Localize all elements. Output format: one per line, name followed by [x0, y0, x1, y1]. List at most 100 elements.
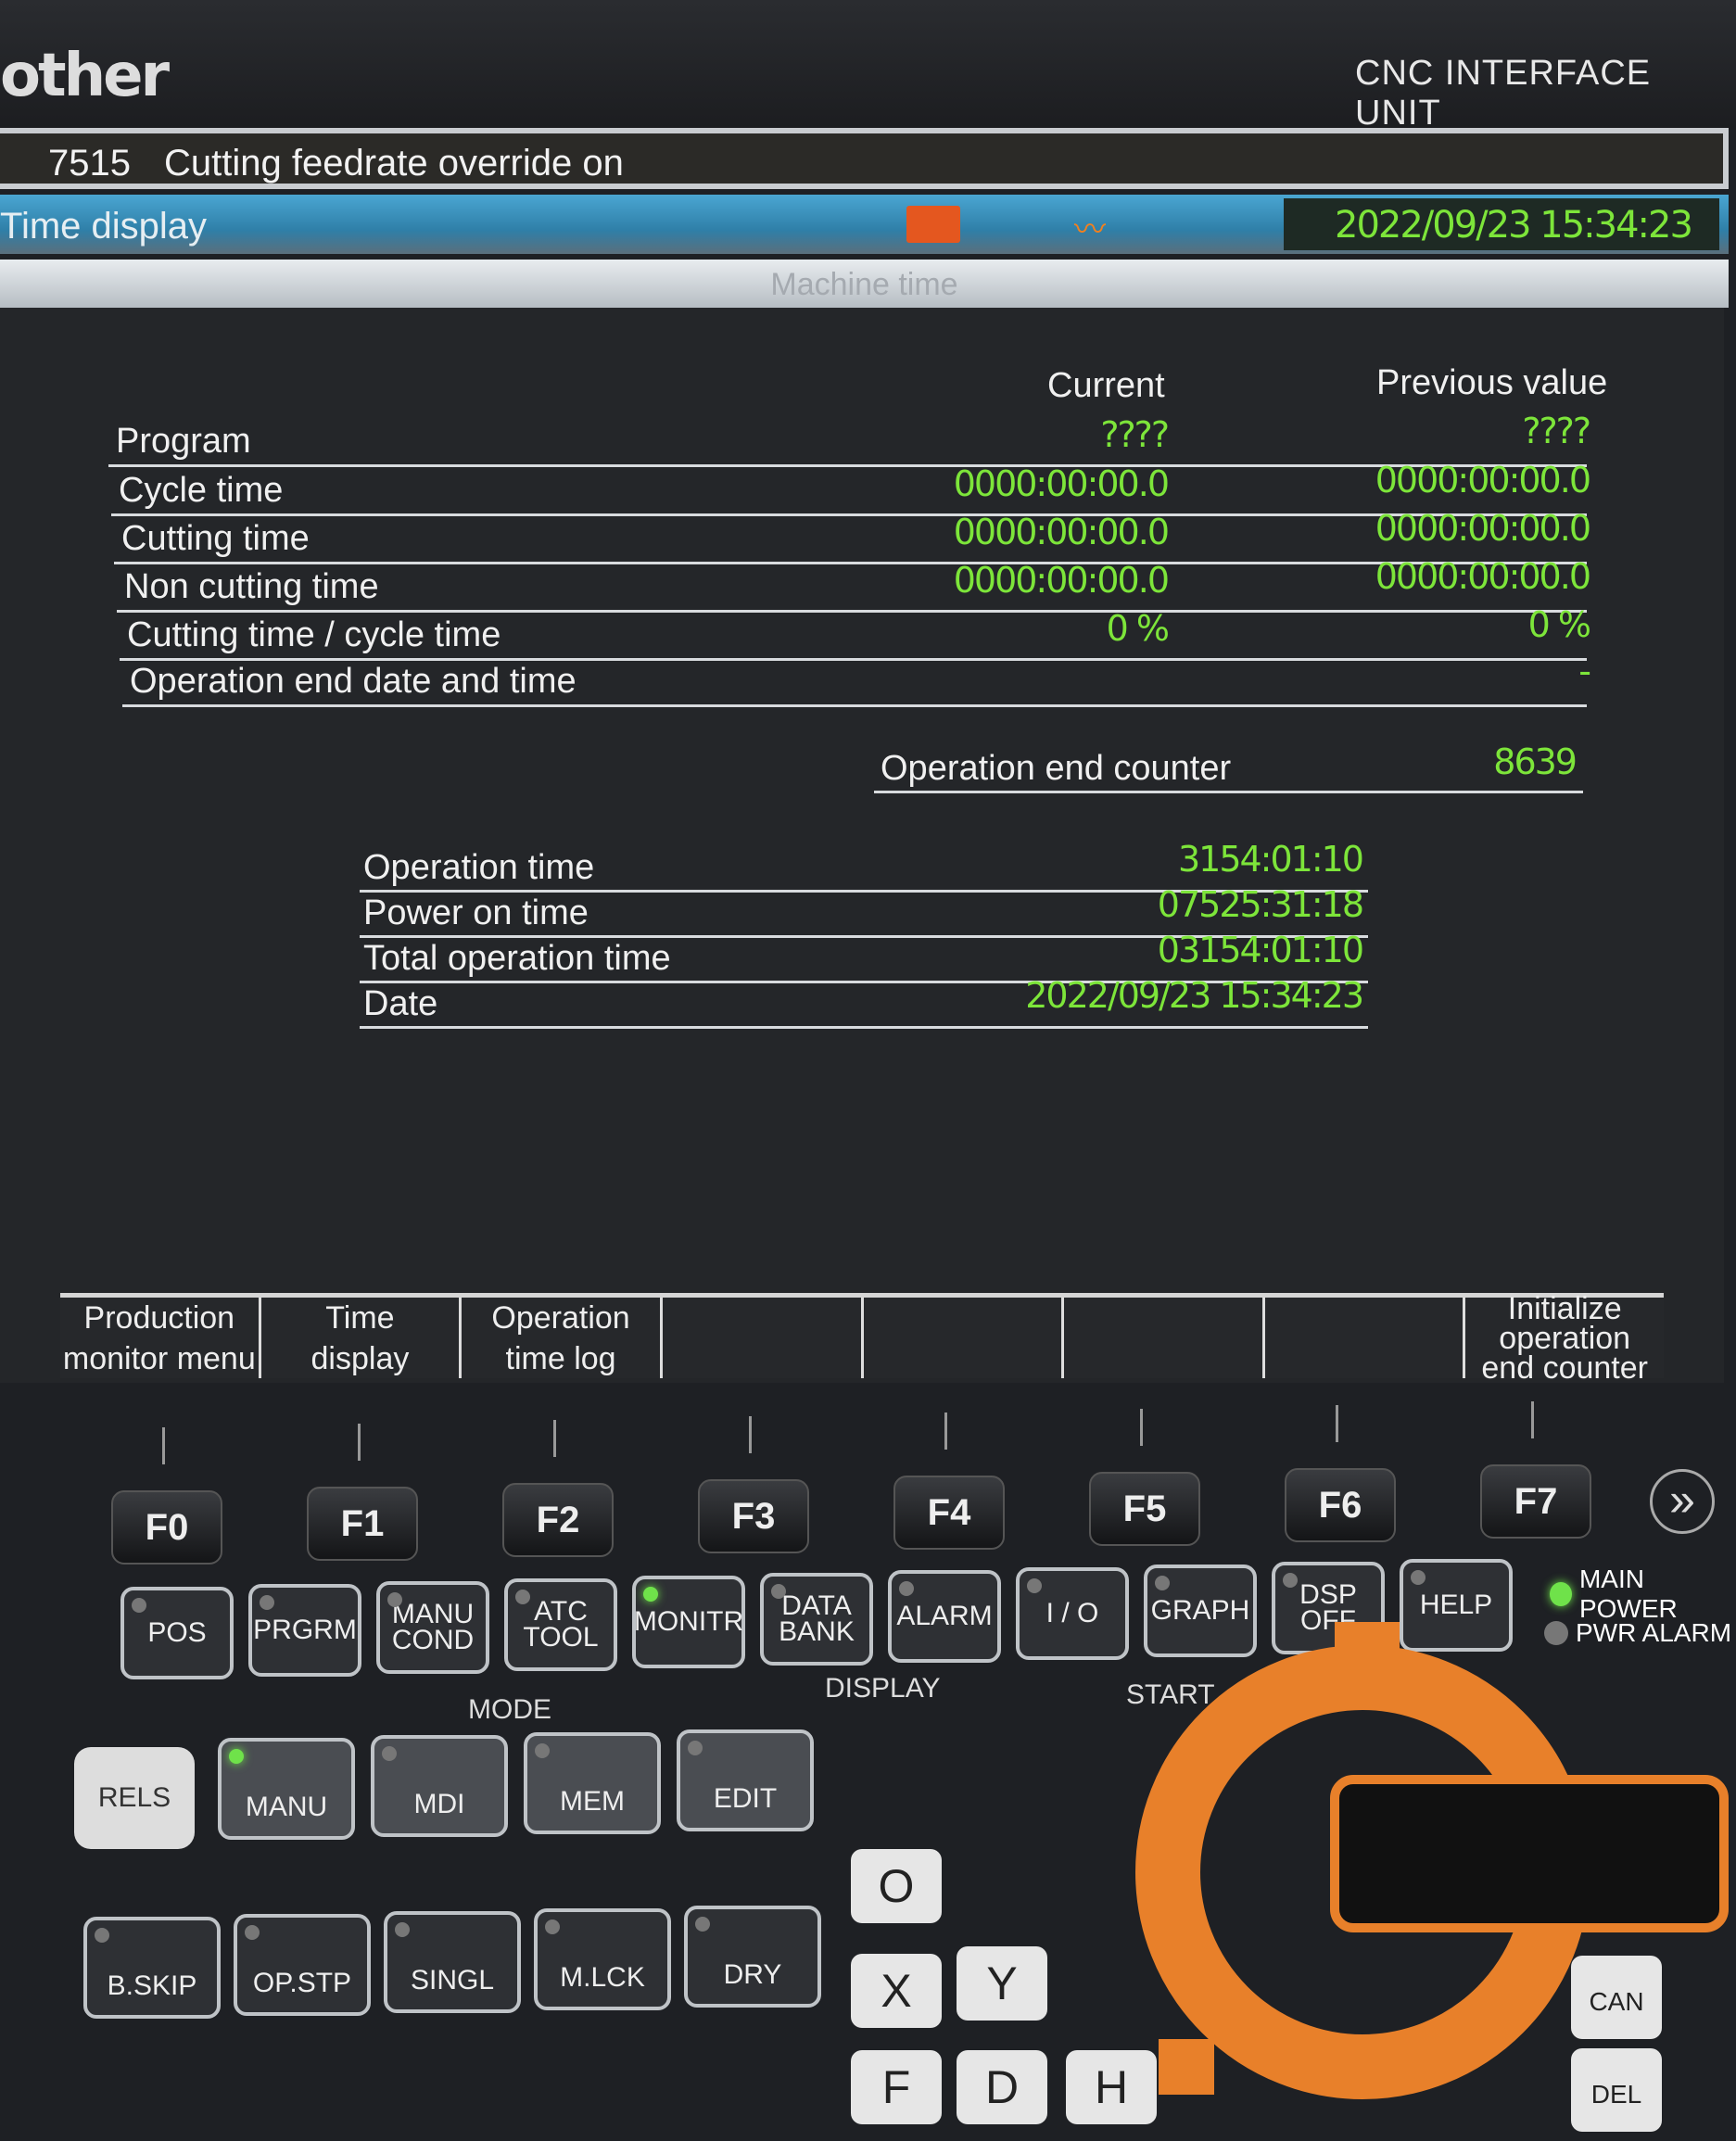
- display-key-prgrm[interactable]: PRGRM: [248, 1584, 361, 1677]
- next-page-icon[interactable]: »: [1650, 1469, 1715, 1534]
- row-current: 0 %: [1106, 608, 1170, 649]
- display-key-pos[interactable]: POS: [120, 1587, 234, 1679]
- indicator-led: [382, 1746, 397, 1761]
- brand-logo: other: [0, 42, 170, 110]
- row-label: Operation end date and time: [130, 662, 577, 701]
- display-key-manucond[interactable]: MANU COND: [376, 1581, 489, 1674]
- fkey-f0[interactable]: F0: [111, 1490, 222, 1565]
- spindle-status-icon: [906, 206, 960, 243]
- mode-key-mdi[interactable]: MDI: [371, 1735, 508, 1837]
- softkey-0[interactable]: Production monitor menu: [60, 1298, 261, 1378]
- fkey-f5[interactable]: F5: [1089, 1472, 1200, 1546]
- waveform-icon: 〰: [1074, 212, 1106, 247]
- message-text: Cutting feedrate override on: [163, 143, 624, 184]
- header-current: Current: [1047, 366, 1165, 405]
- indicator-led: [387, 1592, 402, 1607]
- fkey-f1[interactable]: F1: [307, 1487, 418, 1561]
- fkey-f7[interactable]: F7: [1480, 1464, 1591, 1539]
- fkey-tick: [749, 1416, 752, 1453]
- row-current: ????: [1100, 414, 1170, 455]
- total-value: 07525:31:18: [1157, 884, 1364, 925]
- total-value: 3154:01:10: [1177, 839, 1364, 880]
- row-previous: 0000:00:00.0: [1375, 460, 1591, 500]
- total-label: Total operation time: [363, 939, 671, 978]
- mode-key-manu[interactable]: MANU: [218, 1738, 355, 1840]
- indicator-led: [695, 1917, 710, 1932]
- letter-key-x[interactable]: X: [851, 1954, 942, 2028]
- row-label: Cutting time / cycle time: [127, 615, 501, 654]
- softkey-6[interactable]: [1265, 1298, 1466, 1378]
- fkey-f2[interactable]: F2: [502, 1483, 614, 1557]
- indicator-led: [1411, 1570, 1426, 1585]
- row-current: 0000:00:00.0: [953, 560, 1170, 601]
- sub-title-bar: Machine time: [0, 260, 1729, 308]
- display-key-atctool[interactable]: ATC TOOL: [504, 1578, 617, 1671]
- section-display: DISPLAY: [825, 1673, 941, 1704]
- row-previous: ????: [1522, 411, 1591, 451]
- row-label: Program: [116, 422, 251, 461]
- fkey-tick: [1531, 1401, 1534, 1438]
- counter-label: Operation end counter: [881, 749, 1232, 788]
- func-key-mlck[interactable]: M.LCK: [534, 1908, 671, 2010]
- fkey-tick: [358, 1424, 361, 1461]
- screen-title: Time display: [0, 206, 208, 247]
- fkey-f3[interactable]: F3: [698, 1479, 809, 1553]
- section-mode: MODE: [468, 1694, 551, 1725]
- row-previous: -: [1578, 651, 1591, 691]
- total-value: 03154:01:10: [1157, 930, 1364, 970]
- softkey-7[interactable]: Initialize operation end counter: [1465, 1293, 1664, 1384]
- letter-key-d[interactable]: D: [957, 2050, 1047, 2124]
- func-key-singl[interactable]: SINGL: [384, 1911, 521, 2013]
- softkey-3[interactable]: [663, 1298, 864, 1378]
- row-previous: 0 %: [1527, 604, 1591, 645]
- rels-key[interactable]: RELS: [74, 1747, 195, 1849]
- header-previous: Previous value: [1376, 363, 1608, 402]
- indicator-led: [229, 1749, 244, 1764]
- fkey-f4[interactable]: F4: [893, 1476, 1005, 1550]
- total-label: Operation time: [363, 848, 595, 887]
- softkey-2[interactable]: Operation time log: [462, 1298, 663, 1378]
- divider: [874, 791, 1583, 793]
- indicator-led: [95, 1928, 109, 1943]
- fkey-f6[interactable]: F6: [1285, 1468, 1396, 1542]
- row-label: Cycle time: [119, 471, 284, 510]
- fkey-tick: [1336, 1405, 1338, 1442]
- mode-key-edit[interactable]: EDIT: [677, 1729, 814, 1831]
- total-label: Power on time: [363, 893, 589, 932]
- func-key-opstp[interactable]: OP.STP: [234, 1914, 371, 2016]
- fkey-tick: [553, 1420, 556, 1457]
- func-key-bskip[interactable]: B.SKIP: [83, 1917, 221, 2019]
- fkey-tick: [162, 1427, 165, 1464]
- total-label: Date: [363, 984, 438, 1023]
- total-divider: [360, 1026, 1368, 1029]
- message-code: 7515: [48, 143, 131, 184]
- letter-key-f[interactable]: F: [851, 2050, 942, 2124]
- row-label: Cutting time: [121, 519, 310, 558]
- fkey-tick: [944, 1413, 947, 1450]
- letter-key-y[interactable]: Y: [957, 1946, 1047, 2021]
- indicator-led: [1027, 1578, 1042, 1593]
- func-key-dry[interactable]: DRY: [684, 1906, 821, 2008]
- clock: 2022/09/23 15:34:23: [1284, 198, 1719, 250]
- display-key-monitr[interactable]: MONITR: [632, 1576, 745, 1668]
- softkey-1[interactable]: Time display: [261, 1298, 463, 1378]
- display-key-alarm[interactable]: ALARM: [888, 1570, 1001, 1663]
- indicator-led: [545, 1919, 560, 1934]
- row-previous: 0000:00:00.0: [1375, 508, 1591, 549]
- indicator-led: [245, 1925, 260, 1940]
- indicator-led: [132, 1598, 146, 1613]
- softkey-4[interactable]: [864, 1298, 1065, 1378]
- indicator-led: [1155, 1576, 1170, 1590]
- letter-key-o[interactable]: O: [851, 1849, 942, 1923]
- softkey-bar: Production monitor menu Time display Opera…: [60, 1293, 1664, 1384]
- indicator-led: [260, 1595, 274, 1610]
- indicator-led: [515, 1590, 530, 1604]
- message-bar: 7515 Cutting feedrate override on: [0, 128, 1729, 189]
- row-previous: 0000:00:00.0: [1375, 556, 1591, 597]
- indicator-led: [771, 1584, 786, 1599]
- display-key-databank[interactable]: DATA BANK: [760, 1573, 873, 1666]
- softkey-5[interactable]: [1064, 1298, 1265, 1378]
- mode-key-mem[interactable]: MEM: [524, 1732, 661, 1834]
- indicator-led: [1283, 1573, 1298, 1588]
- indicator-led: [535, 1743, 550, 1758]
